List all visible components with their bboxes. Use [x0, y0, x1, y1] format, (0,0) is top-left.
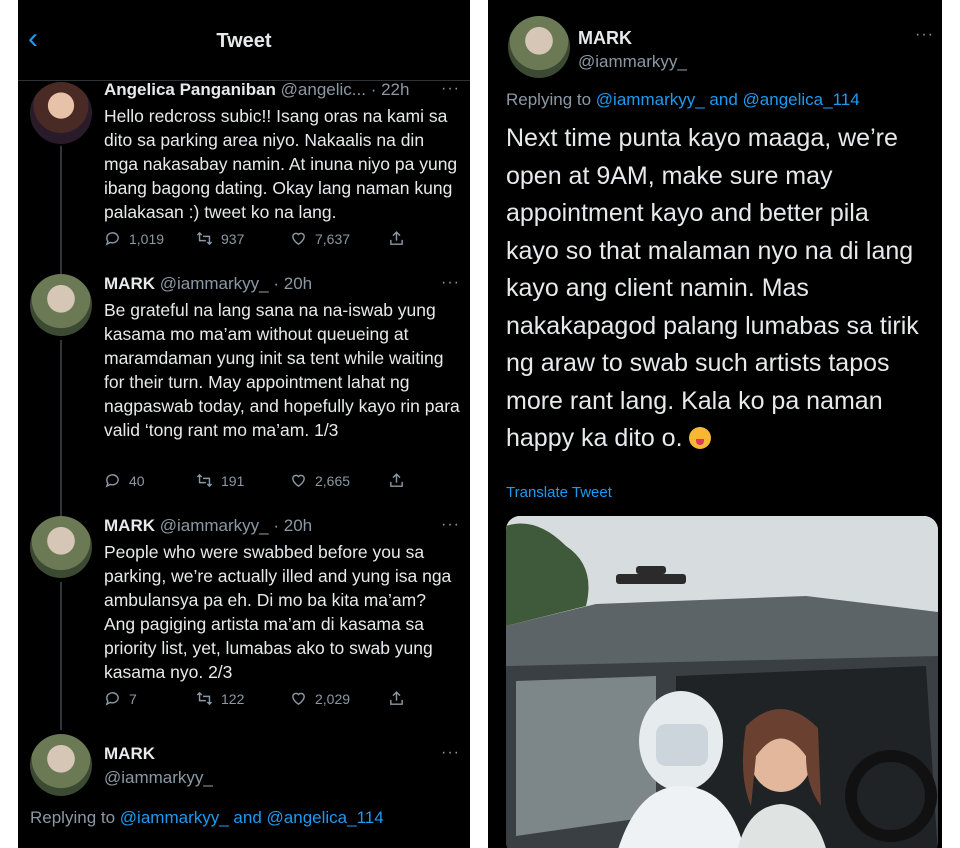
like-count: 2,029	[315, 690, 351, 707]
and-label: and	[233, 808, 262, 827]
like-button[interactable]: 2,029	[290, 690, 350, 707]
avatar[interactable]	[30, 274, 92, 336]
like-count: 7,637	[315, 230, 351, 247]
reply-count: 7	[129, 690, 137, 707]
more-options-icon[interactable]: ···	[441, 80, 460, 98]
retweet-button[interactable]: 191	[196, 472, 244, 489]
avatar[interactable]	[508, 16, 570, 78]
share-icon	[390, 691, 403, 705]
retweet-count: 122	[221, 690, 245, 707]
mention-link[interactable]: @angelica_114	[267, 808, 384, 827]
author-name[interactable]: MARK	[578, 28, 632, 49]
tweet-time[interactable]: · 20h	[273, 516, 312, 535]
more-options-icon[interactable]: ···	[441, 516, 460, 534]
author-handle[interactable]: @iammarkyy_	[104, 768, 213, 787]
author-name[interactable]: MARK	[104, 744, 155, 763]
replying-to: Replying to @iammarkyy_ and @angelica_11…	[506, 90, 860, 110]
thread-connector	[60, 146, 62, 274]
retweet-count: 191	[221, 472, 245, 489]
mention-link[interactable]: @iammarkyy_	[120, 808, 229, 827]
reply-count: 1,019	[129, 230, 165, 247]
tweet-text-block: Next time punta kayo maaga, we’re open a…	[506, 120, 928, 458]
tweet-text: Next time punta kayo maaga, we’re open a…	[506, 124, 919, 452]
author-handle[interactable]: @angelic...	[281, 80, 366, 99]
and-label: and	[709, 90, 738, 109]
reply-icon	[105, 692, 119, 706]
share-icon	[390, 231, 403, 245]
author-handle[interactable]: @iammarkyy_	[160, 516, 269, 535]
retweet-icon	[196, 231, 213, 246]
retweet-icon	[196, 473, 213, 488]
top-bar: ‹ Tweet	[18, 0, 470, 81]
photo-illustration	[506, 516, 938, 848]
reply-button[interactable]: 40	[104, 472, 145, 489]
retweet-icon	[196, 691, 213, 706]
share-button[interactable]	[388, 472, 405, 489]
author-name[interactable]: Angelica Panganiban	[104, 80, 276, 99]
tweet-text: Hello redcross subic!! Isang oras na kam…	[104, 106, 458, 222]
like-button[interactable]: 7,637	[290, 230, 350, 247]
tweet-actions: 40 191 2,665	[104, 472, 458, 492]
tweet-actions: 1,019 937 7,637	[104, 230, 458, 250]
more-options-icon[interactable]: ···	[441, 744, 460, 762]
author-name[interactable]: MARK	[104, 516, 155, 535]
tweet-thread-panel: ‹ Tweet Angelica Panganiban @angelic... …	[18, 0, 470, 848]
tweet-actions: 7 122 2,029	[104, 690, 458, 710]
reply-button[interactable]: 1,019	[104, 230, 164, 247]
replying-to: Replying to @iammarkyy_ and @angelica_11…	[30, 808, 460, 828]
tweet-time[interactable]: · 22h	[371, 80, 410, 99]
tweet-text: People who were swabbed before you sa pa…	[104, 542, 452, 682]
author-handle[interactable]: @iammarkyy_	[160, 274, 269, 293]
reply-icon	[105, 232, 119, 246]
thread-connector	[60, 340, 62, 518]
tweet-text: Be grateful na lang sana na na-iswab yun…	[104, 300, 460, 440]
author-name[interactable]: MARK	[104, 274, 155, 293]
share-button[interactable]	[388, 230, 405, 247]
reply-button[interactable]: 7	[104, 690, 137, 707]
avatar[interactable]	[30, 82, 92, 144]
like-button[interactable]: 2,665	[290, 472, 350, 489]
tweet-photo[interactable]	[506, 516, 938, 848]
tweet-detail-panel: MARK @iammarkyy_ ··· Replying to @iammar…	[488, 0, 942, 848]
replying-label: Replying to	[30, 808, 116, 827]
avatar[interactable]	[30, 516, 92, 578]
reply-count: 40	[129, 472, 145, 489]
mention-link[interactable]: @iammarkyy_	[596, 90, 705, 109]
share-button[interactable]	[388, 690, 405, 707]
mention-link[interactable]: @angelica_114	[743, 90, 860, 109]
retweet-button[interactable]: 937	[196, 230, 244, 247]
thread-connector	[60, 582, 62, 730]
reply-icon	[105, 474, 119, 488]
replying-label: Replying to	[506, 90, 592, 109]
retweet-count: 937	[221, 230, 245, 247]
face-with-tongue-emoji-icon	[689, 427, 712, 449]
translate-tweet-link[interactable]: Translate Tweet	[506, 484, 612, 501]
heart-icon	[292, 232, 305, 246]
tweet-time[interactable]: · 20h	[273, 274, 312, 293]
author-handle[interactable]: @iammarkyy_	[578, 52, 687, 72]
retweet-button[interactable]: 122	[196, 690, 244, 707]
avatar[interactable]	[30, 734, 92, 796]
more-options-icon[interactable]: ···	[441, 274, 460, 292]
like-count: 2,665	[315, 472, 351, 489]
heart-icon	[292, 474, 305, 488]
heart-icon	[292, 692, 305, 706]
more-options-icon[interactable]: ···	[915, 26, 934, 44]
page-title: Tweet	[216, 30, 272, 52]
share-icon	[390, 473, 403, 487]
